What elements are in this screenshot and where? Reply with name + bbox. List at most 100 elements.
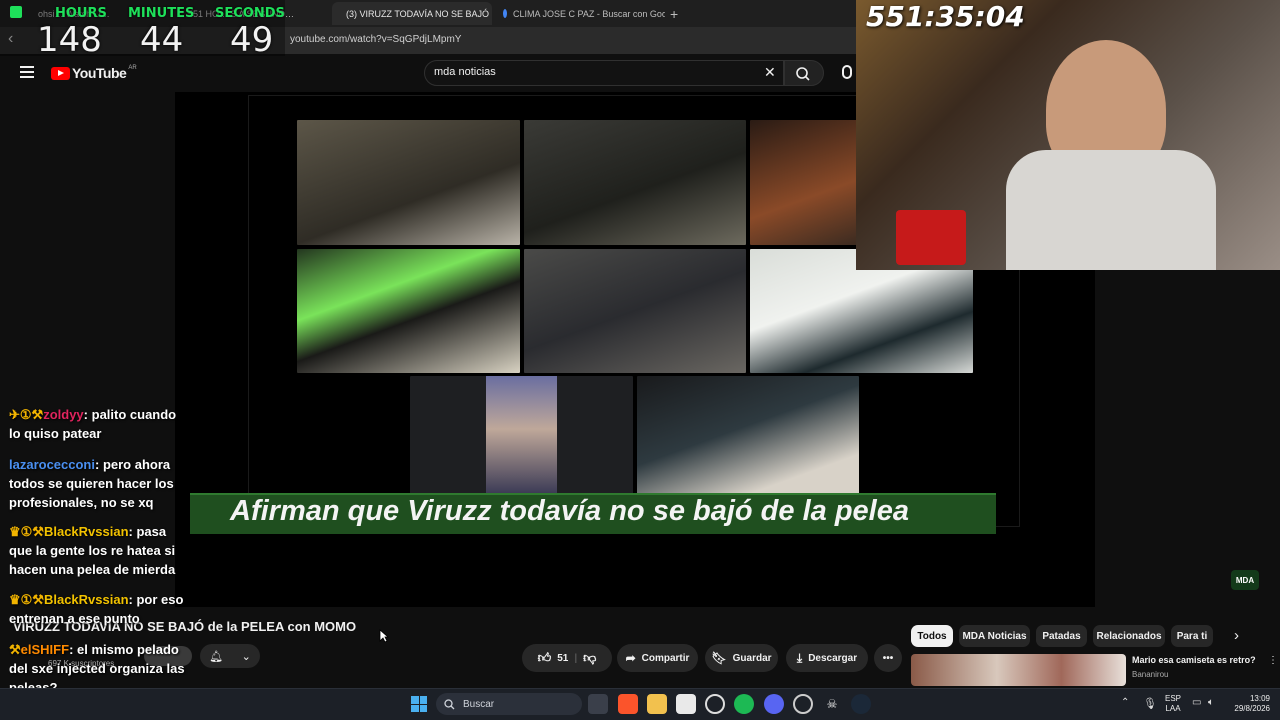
url-field[interactable]: youtube.com/watch?v=SqGPdjLMpmY — [290, 34, 461, 45]
clear-search-icon[interactable]: ✕ — [764, 64, 776, 81]
steam-icon[interactable] — [851, 694, 871, 714]
search-icon — [796, 67, 810, 81]
recommendation-thumbnail[interactable] — [911, 654, 1126, 686]
hours-value: 148 — [37, 20, 102, 60]
download-icon: ⤓ — [796, 650, 803, 665]
recommendation-channel[interactable]: Bananirou — [1132, 670, 1168, 679]
news-headline: Afirman que Viruzz todavía no se bajó de… — [230, 495, 909, 527]
network-icon[interactable]: ▭ — [1192, 697, 1201, 708]
chip-para-ti[interactable]: Para ti — [1171, 625, 1213, 647]
chat-message: ♛①⚒BlackRvssian: por eso entrenan a ese … — [9, 590, 191, 628]
thumbs-up-icon[interactable]: 👍︎ — [538, 650, 552, 666]
chip-mda-noticias[interactable]: MDA Noticias — [959, 625, 1030, 647]
spotify-icon[interactable] — [734, 694, 754, 714]
chat-separator: : — [95, 457, 103, 472]
chip-todos[interactable]: Todos — [911, 625, 953, 647]
chat-badges-icon: ♛①⚒ — [9, 592, 44, 607]
chat-separator: : — [69, 642, 78, 657]
seconds-label: SECONDS — [215, 6, 285, 21]
language-indicator[interactable]: ESP LAA — [1165, 694, 1181, 714]
chat-username: lazarocecconi — [9, 457, 95, 472]
save-button[interactable]: 🔖︎ Guardar — [705, 644, 778, 672]
clock-date: 29/8/2026 — [1234, 704, 1270, 713]
kick-icon — [10, 6, 22, 18]
microphone-icon[interactable] — [842, 65, 852, 79]
hours-label: HOURS — [55, 6, 107, 21]
windows-start-icon[interactable] — [411, 696, 427, 712]
guest-video-tile — [297, 249, 520, 373]
new-tab-icon[interactable]: + — [662, 2, 678, 25]
guest-video-tile — [750, 120, 860, 245]
share-button[interactable]: ➦ Compartir — [617, 644, 698, 672]
chat-badges-icon: ⚒ — [9, 642, 21, 657]
chat-message: ♛①⚒BlackRvssian: pasa que la gente los r… — [9, 522, 191, 579]
more-actions-button[interactable]: ••• — [874, 644, 902, 672]
skull-app-icon[interactable]: ☠ — [822, 694, 842, 714]
volume-icon[interactable]: 🔈︎ — [1208, 697, 1214, 708]
youtube-play-icon — [51, 66, 70, 80]
file-explorer-icon[interactable] — [647, 694, 667, 714]
chat-message: ✈①⚒zoldyy: palito cuando lo quiso patear — [9, 405, 191, 443]
more-icon: ••• — [882, 652, 894, 664]
search-input[interactable]: mda noticias — [434, 66, 496, 78]
minutes-label: MINUTES — [128, 6, 195, 21]
seconds-value: 49 — [230, 20, 274, 60]
google-favicon-icon — [503, 9, 507, 18]
obs-icon[interactable] — [705, 694, 725, 714]
chip-relacionados[interactable]: Relacionados — [1093, 625, 1165, 647]
clock-time: 13:09 — [1249, 694, 1270, 703]
guest-video-tile — [524, 120, 746, 245]
download-button[interactable]: ⤓ Descargar — [786, 644, 868, 672]
refresh-app-icon[interactable] — [793, 694, 813, 714]
tray-mic-icon[interactable]: 🎙︎ — [1143, 697, 1157, 710]
chat-badges-icon: ✈①⚒ — [9, 407, 44, 422]
chat-badges-icon: ♛①⚒ — [9, 524, 44, 539]
discord-icon[interactable] — [764, 694, 784, 714]
chip-patadas[interactable]: Patadas — [1036, 625, 1087, 647]
tab-label: CLIMA JOSE C PAZ - Buscar con Goo… — [513, 8, 665, 19]
total-stream-timer: 551:35:04 — [866, 0, 1025, 33]
guest-video-tile — [410, 376, 633, 494]
minutes-value: 44 — [140, 20, 184, 60]
thumbs-down-icon[interactable]: 👎︎ — [583, 650, 596, 666]
chat-message: lazarocecconi: pero ahora todos se quier… — [9, 455, 191, 512]
bell-icon: 🔔︎ — [209, 650, 224, 663]
like-count[interactable]: 51 — [557, 653, 568, 664]
capcut-icon[interactable] — [676, 694, 696, 714]
region-code: AR — [128, 65, 137, 71]
tab-4[interactable]: CLIMA JOSE C PAZ - Buscar con Goo… — [495, 2, 665, 25]
bookmark-icon: 🔖︎ — [711, 651, 727, 665]
youtube-logo[interactable]: YouTube AR — [51, 65, 137, 81]
search-icon — [444, 698, 455, 709]
chips-next-icon[interactable]: › — [1234, 627, 1239, 644]
windows-taskbar — [0, 688, 1280, 720]
chat-separator: : — [83, 407, 92, 422]
mouse-cursor-icon — [379, 629, 389, 643]
guest-video-tile — [524, 249, 746, 373]
youtube-wordmark: YouTube — [72, 65, 127, 81]
save-label: Guardar — [732, 652, 772, 664]
hamburger-menu-icon[interactable] — [20, 66, 34, 78]
share-icon: ➦ — [625, 651, 636, 665]
notifications-button[interactable]: 🔔︎ ⌄ — [200, 644, 260, 668]
language-code: ESP — [1165, 694, 1182, 703]
tray-expand-icon[interactable]: ⌃ — [1121, 697, 1129, 708]
share-label: Compartir — [641, 652, 690, 664]
recommendation-menu-icon[interactable]: ⋮ — [1268, 655, 1278, 666]
clock[interactable]: 13:09 29/8/2026 — [1228, 694, 1270, 714]
taskbar-search[interactable]: Buscar — [436, 693, 582, 715]
keyboard-layout: LAA — [1165, 704, 1181, 713]
task-view-icon[interactable] — [588, 694, 608, 714]
brave-browser-icon[interactable] — [618, 694, 638, 714]
chat-username: BlackRvssian — [43, 524, 129, 539]
chat-username: BlackRvssian — [43, 592, 129, 607]
recommendation-title[interactable]: Mario esa camiseta es retro? — [1132, 655, 1256, 665]
streamer-webcam — [856, 0, 1280, 270]
chat-username: elSHIFF — [20, 642, 70, 657]
taskbar-search-placeholder: Buscar — [463, 698, 495, 710]
tab-3-active[interactable]: (3) VIRUZZ TODAVÍA NO SE BAJÓ ✕ — [332, 2, 492, 25]
guest-video-tile — [637, 376, 859, 494]
download-label: Descargar — [808, 652, 858, 664]
like-dislike-group: 👍︎ 51 | 👎︎ — [522, 644, 612, 672]
search-button[interactable] — [784, 60, 824, 86]
